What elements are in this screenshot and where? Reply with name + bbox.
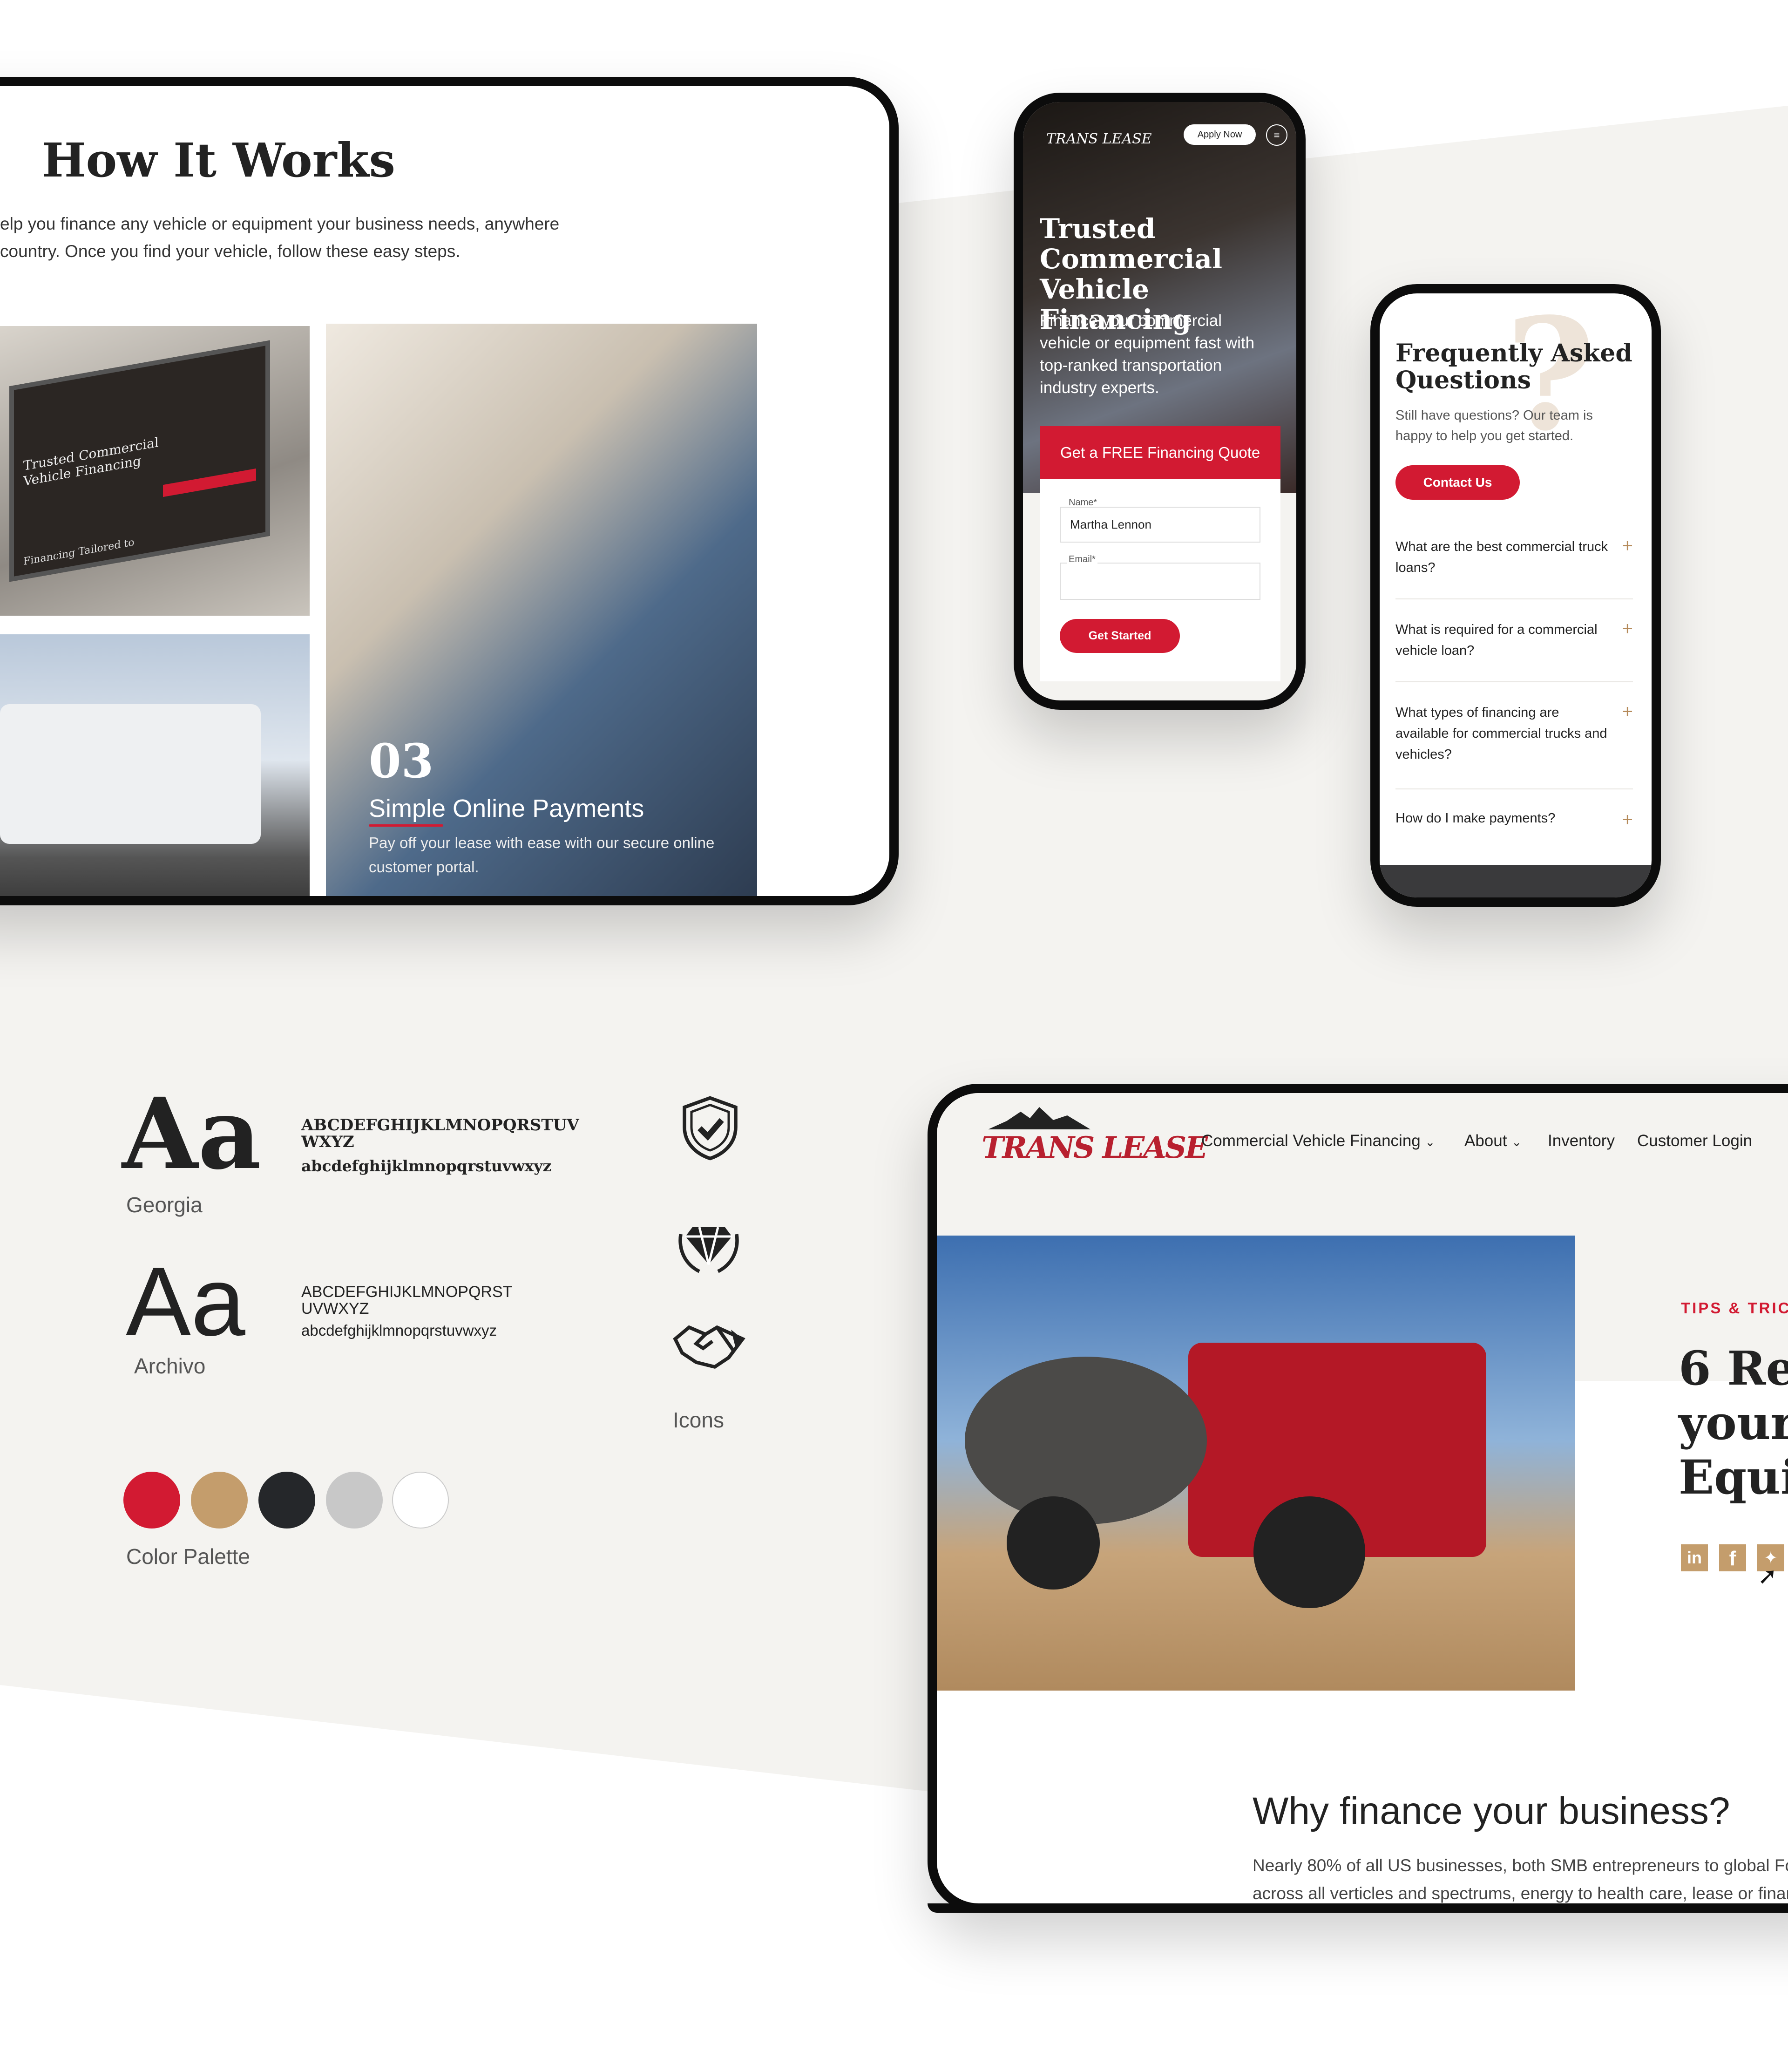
faq-question: What types of financing are available fo… bbox=[1395, 705, 1607, 762]
step-desc-1: Pay off your lease with ease with our se… bbox=[369, 834, 715, 851]
archivo-lower: abcdefghijklmnopqrstuvwxyz bbox=[301, 1322, 497, 1339]
plus-icon[interactable]: + bbox=[1622, 809, 1633, 830]
section-line-2: across all verticles and spectrums, ener… bbox=[1253, 1884, 1788, 1903]
swatch-gray bbox=[326, 1472, 383, 1529]
man-with-card-photo: 03 Simple Online Payments Pay off your l… bbox=[326, 324, 757, 896]
apply-now-button[interactable]: Apply Now bbox=[1184, 124, 1256, 145]
step-title: Simple Online Payments bbox=[369, 795, 644, 822]
red-truck-photo bbox=[937, 1236, 1575, 1691]
hands-diamond-icon bbox=[678, 1227, 739, 1273]
linkedin-icon[interactable]: in bbox=[1681, 1544, 1708, 1571]
chevron-down-icon: ⌄ bbox=[1511, 1135, 1522, 1149]
archivo-upper: ABCDEFGHIJKLMNOPQRST UVWXYZ bbox=[301, 1283, 512, 1318]
email-label: Email* bbox=[1067, 554, 1097, 565]
plus-icon[interactable]: + bbox=[1622, 618, 1633, 639]
get-started-button[interactable]: Get Started bbox=[1060, 619, 1180, 653]
intro-line-2: country. Once you find your vehicle, fol… bbox=[0, 242, 461, 261]
swatch-white bbox=[392, 1472, 449, 1529]
swatch-tan bbox=[191, 1472, 248, 1529]
truck-photo bbox=[0, 634, 310, 896]
faq-question: What is required for a commercial vehicl… bbox=[1395, 622, 1598, 658]
plus-icon[interactable]: + bbox=[1622, 536, 1633, 557]
hero-title-line: Trusted bbox=[1040, 213, 1156, 245]
logo[interactable]: TRANS LEASE bbox=[982, 1130, 1208, 1165]
facebook-icon[interactable]: f bbox=[1719, 1544, 1746, 1571]
icons-label: Icons bbox=[673, 1408, 724, 1432]
divider bbox=[1395, 788, 1633, 789]
contact-us-button[interactable]: Contact Us bbox=[1395, 465, 1520, 500]
hero-title-line: Commercial bbox=[1040, 243, 1223, 275]
nav-inventory[interactable]: Inventory bbox=[1548, 1132, 1615, 1150]
phone-hero: TRANS LEASE Apply Now ≡ Trusted Commerci… bbox=[1014, 93, 1306, 710]
article-heading: 6 Re your Equi bbox=[1679, 1341, 1788, 1505]
heading-line: Equi bbox=[1679, 1450, 1788, 1505]
georgia-upper: ABCDEFGHIJKLMNOPQRSTUV WXYZ bbox=[301, 1116, 579, 1151]
archivo-sample: Aa bbox=[126, 1247, 245, 1356]
heading-line: your bbox=[1679, 1395, 1788, 1450]
intro-line-1: elp you finance any vehicle or equipment… bbox=[0, 214, 560, 233]
quote-form: Name* Martha Lennon Email* Get Started bbox=[1040, 479, 1280, 681]
divider bbox=[1395, 681, 1633, 682]
quote-band[interactable]: Get a FREE Financing Quote bbox=[1040, 426, 1280, 479]
chevron-down-icon: ⌄ bbox=[1425, 1135, 1436, 1149]
georgia-label: Georgia bbox=[126, 1193, 203, 1217]
email-input[interactable] bbox=[1060, 563, 1260, 600]
plus-icon[interactable]: + bbox=[1622, 701, 1633, 722]
phone-faq: ? Frequently Asked Questions Still have … bbox=[1370, 284, 1661, 907]
mountain-logo-icon bbox=[988, 1107, 1090, 1129]
step-number: 03 bbox=[369, 734, 434, 788]
faq-question: How do I make payments? bbox=[1395, 811, 1556, 826]
nav-label: About bbox=[1464, 1132, 1507, 1150]
faq-title: Frequently Asked Questions bbox=[1395, 340, 1632, 394]
nav-label: Commercial Vehicle Financing bbox=[1201, 1132, 1421, 1150]
swatch-red bbox=[123, 1472, 180, 1529]
nav-customer-login[interactable]: Customer Login bbox=[1637, 1132, 1752, 1150]
faq-question: What are the best commercial truck loans… bbox=[1395, 539, 1608, 575]
hamburger-icon[interactable]: ≡ bbox=[1266, 124, 1287, 146]
laptop-sub-text: Financing Tailored to bbox=[23, 537, 135, 568]
handshake-icon bbox=[673, 1325, 745, 1369]
palette-label: Color Palette bbox=[126, 1544, 250, 1569]
faq-desc: Still have questions? Our team is happy … bbox=[1395, 408, 1593, 443]
footer-strip bbox=[1380, 865, 1652, 897]
tablet-how-it-works: How It Works elp you finance any vehicle… bbox=[0, 77, 899, 905]
nav-about[interactable]: About ⌄ bbox=[1464, 1132, 1522, 1150]
eyebrow: TIPS & TRIC bbox=[1681, 1299, 1788, 1317]
name-input[interactable]: Martha Lennon bbox=[1060, 507, 1260, 543]
heading-line: 6 Re bbox=[1679, 1341, 1788, 1396]
desktop-frame-bottom bbox=[928, 1903, 1788, 1913]
logo[interactable]: TRANS LEASE bbox=[1046, 131, 1152, 147]
nav-commercial-vehicle-financing[interactable]: Commercial Vehicle Financing ⌄ bbox=[1201, 1132, 1435, 1150]
georgia-sample: Aa bbox=[122, 1076, 262, 1191]
section-line-1: Nearly 80% of all US businesses, both SM… bbox=[1253, 1856, 1788, 1875]
laptop-hero-text: Trusted Commercial Vehicle Financing bbox=[23, 434, 159, 489]
shield-check-icon bbox=[683, 1096, 738, 1161]
archivo-label: Archivo bbox=[134, 1354, 206, 1378]
cursor-icon: ➚ bbox=[1758, 1563, 1777, 1589]
georgia-lower: abcdefghijklmnopqrstuvwxyz bbox=[301, 1157, 552, 1175]
page-title: How It Works bbox=[42, 133, 395, 188]
hero-desc: Finance your commercial vehicle or equip… bbox=[1040, 312, 1255, 397]
divider bbox=[1395, 598, 1633, 599]
laptop-photo: Trusted Commercial Vehicle Financing Fin… bbox=[0, 326, 310, 616]
faq-title-line: Questions bbox=[1395, 366, 1531, 394]
section-title: Why finance your business? bbox=[1253, 1790, 1730, 1832]
faq-title-line: Frequently Asked bbox=[1395, 339, 1632, 367]
step-desc-2: customer portal. bbox=[369, 858, 479, 876]
swatch-dark bbox=[258, 1472, 315, 1529]
